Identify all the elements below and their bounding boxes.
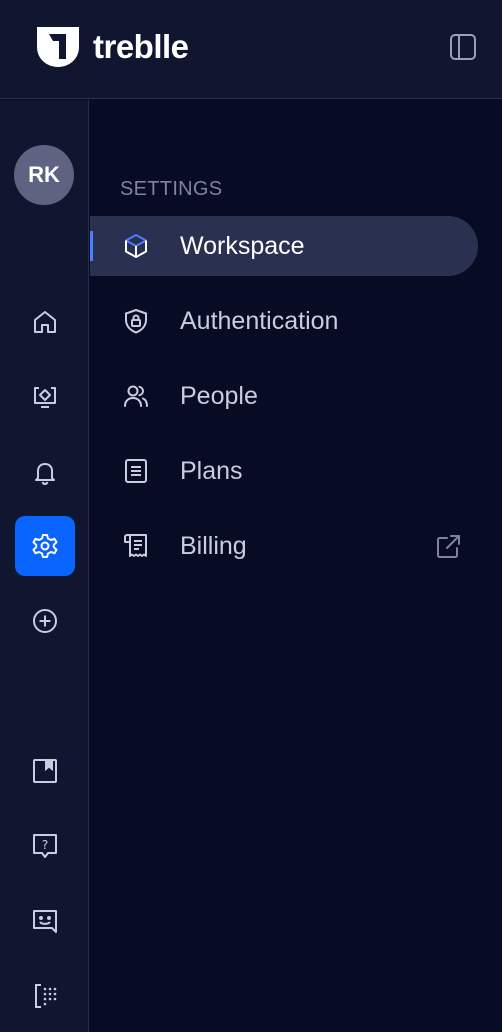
- settings-menu: SETTINGS Workspace Authentication People…: [90, 100, 502, 1032]
- rail-apps-button[interactable]: [15, 966, 75, 1026]
- users-icon: [124, 385, 148, 407]
- document-icon: [125, 459, 147, 483]
- cube-icon: [125, 234, 147, 258]
- home-icon: [34, 311, 56, 333]
- rail-alerts-button[interactable]: [15, 442, 75, 502]
- settings-item-label: Billing: [180, 532, 247, 560]
- settings-heading: SETTINGS: [120, 178, 223, 200]
- brand-logo[interactable]: treblle: [35, 25, 189, 69]
- rail-home-button[interactable]: [15, 292, 75, 352]
- help-icon: ?: [33, 834, 57, 858]
- sidebar-toggle-button[interactable]: [449, 33, 477, 61]
- active-indicator: [90, 231, 93, 261]
- rail-feedback-button[interactable]: [15, 891, 75, 951]
- rail-help-button[interactable]: ?: [15, 816, 75, 876]
- settings-item-label: Authentication: [180, 307, 339, 335]
- rail-settings-button[interactable]: [15, 516, 75, 576]
- settings-item-label: Plans: [180, 457, 243, 485]
- bookmark-icon: [33, 759, 57, 783]
- settings-item-workspace[interactable]: Workspace: [90, 216, 478, 276]
- top-bar: treblle: [0, 0, 502, 99]
- rail-bookmark-button[interactable]: [15, 741, 75, 801]
- avatar[interactable]: RK: [14, 145, 74, 205]
- settings-item-plans[interactable]: Plans: [90, 441, 478, 501]
- plus-circle-icon: [33, 609, 57, 633]
- treblle-logo-icon: [37, 27, 79, 67]
- sidebar-panel-icon: [450, 34, 476, 60]
- api-monitor-icon: [34, 387, 56, 408]
- brand-name: treblle: [93, 28, 189, 65]
- rail-add-button[interactable]: [15, 591, 75, 651]
- svg-text:?: ?: [42, 838, 48, 852]
- settings-item-label: Workspace: [180, 232, 305, 260]
- receipt-icon: [124, 534, 147, 557]
- shield-lock-icon: [125, 309, 147, 334]
- settings-item-billing[interactable]: Billing: [90, 516, 478, 576]
- gear-icon: [32, 534, 58, 558]
- settings-item-authentication[interactable]: Authentication: [90, 291, 478, 351]
- bell-icon: [35, 463, 55, 485]
- settings-item-label: People: [180, 382, 258, 410]
- external-link-icon: [437, 535, 460, 558]
- avatar-initials: RK: [28, 162, 60, 187]
- app-root: treblle RK ? SETTINGS Workspace Authenti…: [0, 0, 502, 1032]
- chat-icon: [33, 910, 57, 933]
- settings-item-people[interactable]: People: [90, 366, 478, 426]
- icon-rail: RK ?: [0, 100, 89, 1032]
- grid-icon: [35, 984, 57, 1008]
- rail-api-button[interactable]: [15, 367, 75, 427]
